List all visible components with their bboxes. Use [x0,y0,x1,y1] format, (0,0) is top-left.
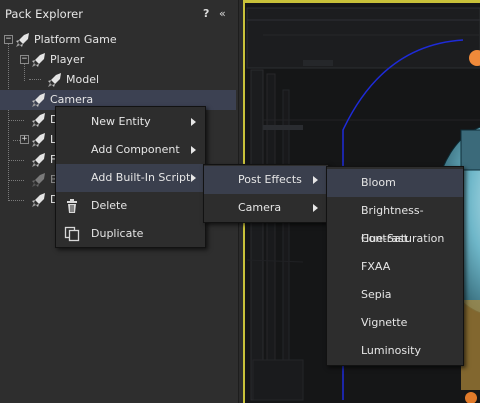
duplicate-icon [64,226,80,242]
menu-item-bloom[interactable]: Bloom [327,169,463,197]
menu-item-hue-saturation[interactable]: Hue-Saturation [327,225,463,253]
rocket-icon [32,113,45,127]
menu-item-sepia[interactable]: Sepia [327,281,463,309]
rocket-icon [32,133,45,147]
menu-item-label: FXAA [361,260,391,273]
tree-item-label: Platform Game [34,33,117,46]
chevron-right-icon [191,118,196,126]
built-in-script-submenu: Post Effects Camera [203,164,329,223]
chevron-right-icon [191,146,196,154]
expand-toggle[interactable]: + [20,135,29,144]
context-menu: New Entity Add Component Add Built-In Sc… [55,106,206,248]
menu-item-label: New Entity [91,115,151,128]
menu-item-label: Add Built-In Script [91,171,191,184]
menu-item-fxaa[interactable]: FXAA [327,253,463,281]
panel-header: Pack Explorer ? « [0,0,238,28]
menu-item-label: Post Effects [238,173,302,186]
menu-item-label: Luminosity [361,344,421,357]
menu-item-label: Camera [238,201,282,214]
menu-item-label: Sepia [361,288,392,301]
menu-item-brightness-contrast[interactable]: Brightness-Contrast [327,197,463,245]
collapse-panel-button[interactable]: « [219,0,226,28]
trash-icon [67,199,77,213]
chevron-right-icon [191,174,196,182]
menu-item-new-entity[interactable]: New Entity [56,108,205,136]
rocket-icon [32,193,45,207]
rocket-icon [16,33,29,47]
collapse-toggle[interactable]: − [20,55,29,64]
menu-item-add-built-in-script[interactable]: Add Built-In Script [56,164,205,192]
post-effects-menu: Bloom Brightness-Contrast Hue-Saturation… [326,166,464,366]
menu-item-label: Duplicate [91,227,144,240]
chevron-right-icon [313,176,318,184]
menu-item-label: Vignette [361,316,408,329]
viewport-border-top [243,0,480,3]
menu-item-label: Delete [91,199,128,212]
menu-item-post-effects[interactable]: Post Effects [204,166,328,194]
menu-item-vignette[interactable]: Vignette [327,309,463,337]
menu-item-label: Hue-Saturation [361,232,445,245]
menu-item-camera[interactable]: Camera [204,194,328,222]
rocket-icon [32,53,45,67]
menu-item-label: Add Component [91,143,180,156]
menu-item-duplicate[interactable]: Duplicate [56,220,205,248]
collapse-toggle[interactable]: − [4,35,13,44]
rocket-icon [32,153,45,167]
menu-item-delete[interactable]: Delete [56,192,205,220]
menu-item-label: Bloom [361,176,396,189]
tree-item-label: Model [66,73,100,86]
menu-item-luminosity[interactable]: Luminosity [327,337,463,365]
chevron-right-icon [313,204,318,212]
tree-item-label: Player [50,53,85,66]
tree-item-platform-game[interactable]: − Platform Game [0,30,236,50]
rocket-icon [48,73,61,87]
rocket-icon [32,173,45,187]
rocket-icon [32,93,45,107]
menu-item-add-component[interactable]: Add Component [56,136,205,164]
tree-item-player[interactable]: − Player [0,50,236,70]
panel-title: Pack Explorer [5,7,83,21]
tree-item-model[interactable]: Model [0,70,236,90]
help-button[interactable]: ? [203,0,209,28]
